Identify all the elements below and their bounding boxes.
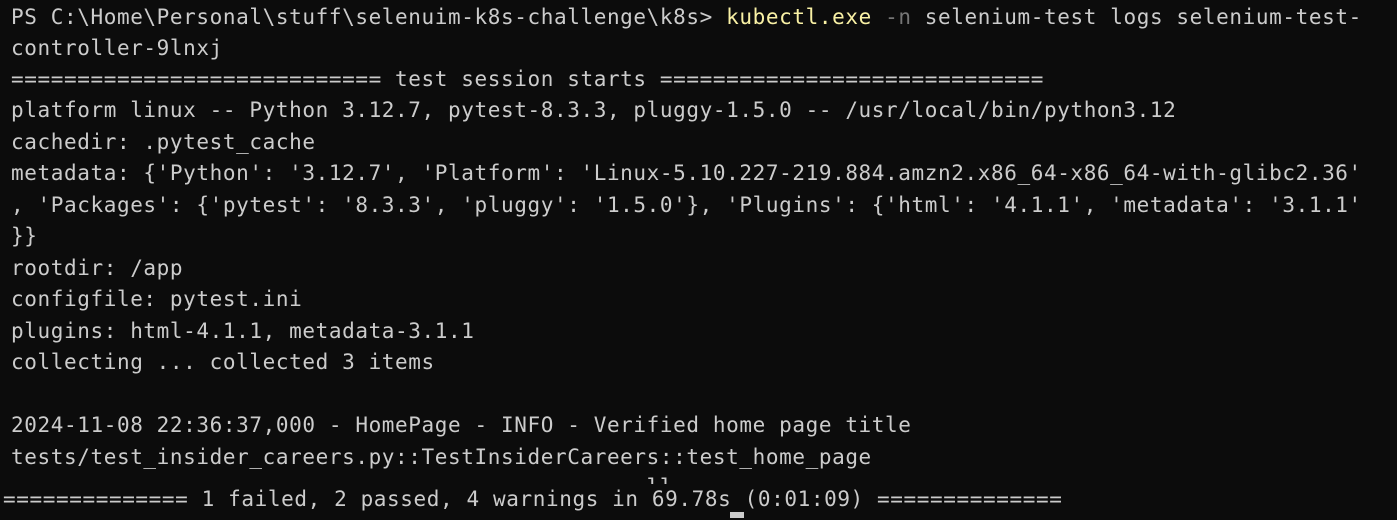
output-line: }} xyxy=(11,224,38,248)
terminal-window[interactable]: PS C:\Home\Personal\stuff\selenuim-k8s-c… xyxy=(0,0,1397,520)
prompt-line-wrap: controller-9lnxj xyxy=(11,33,223,64)
prompt-line: PS C:\Home\Personal\stuff\selenuim-k8s-c… xyxy=(11,2,1362,33)
output-line: configfile: pytest.ini xyxy=(11,287,303,311)
output-line: platform linux -- Python 3.12.7, pytest-… xyxy=(11,98,1177,122)
output-line: collecting ... collected 3 items xyxy=(11,350,435,374)
output-line: rootdir: /app xyxy=(11,256,184,280)
output-line: cachedir: .pytest_cache xyxy=(11,130,316,154)
command-name: kubectl.exe xyxy=(726,5,872,29)
output-line: ============================ test sessio… xyxy=(11,67,1044,91)
command-args: selenium-test logs selenium-test- xyxy=(911,5,1362,29)
output-line: tests/test_insider_careers.py::TestInsid… xyxy=(11,445,872,469)
output-line: , 'Packages': {'pytest': '8.3.3', 'plugg… xyxy=(11,193,1362,217)
command-flag: -n xyxy=(871,5,912,29)
test-summary-line: ============== 1 failed, 2 passed, 4 war… xyxy=(0,484,1120,515)
output-line: 2024-11-08 22:36:37,000 - HomePage - INF… xyxy=(11,413,912,437)
output-line: metadata: {'Python': '3.12.7', 'Platform… xyxy=(11,161,1362,185)
prompt-path: PS C:\Home\Personal\stuff\selenuim-k8s-c… xyxy=(11,5,727,29)
command-args-wrap: controller-9lnxj xyxy=(11,36,223,60)
text-cursor xyxy=(730,512,744,518)
summary-right-gap xyxy=(1122,486,1397,520)
output-line: plugins: html-4.1.1, metadata-3.1.1 xyxy=(11,319,475,343)
